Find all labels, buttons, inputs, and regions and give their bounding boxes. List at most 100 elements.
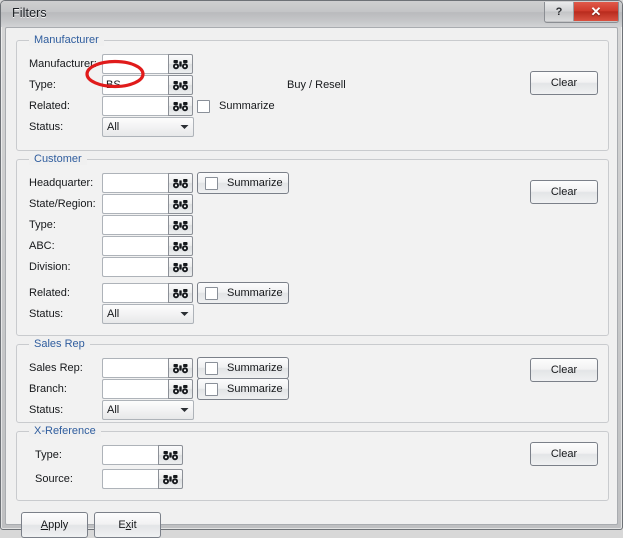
- lookup-manufacturer-type: [102, 75, 193, 95]
- title-bar: Filters ? ✕: [1, 1, 622, 27]
- chevron-down-icon: [175, 124, 193, 130]
- label-manufacturer: Manufacturer:: [29, 58, 97, 70]
- binoculars-icon[interactable]: [158, 445, 183, 465]
- lookup-manufacturer-related: [102, 96, 193, 116]
- group-customer: Customer Headquarter: Summarize State/Re…: [16, 153, 609, 336]
- manufacturer-status-value: All: [107, 121, 120, 133]
- xreference-source-input[interactable]: [102, 469, 158, 489]
- group-legend-xreference: X-Reference: [29, 425, 101, 437]
- lookup-manufacturer: [102, 54, 193, 74]
- label-customer-abc: ABC:: [29, 240, 55, 252]
- binoculars-icon[interactable]: [168, 54, 193, 74]
- exit-label-rest: it: [131, 519, 137, 531]
- checkbox-icon[interactable]: [205, 286, 218, 300]
- lookup-salesrep-branch: [102, 379, 193, 399]
- label-customer-state-region: State/Region:: [29, 198, 96, 210]
- binoculars-icon[interactable]: [168, 194, 193, 214]
- clear-customer-button[interactable]: Clear: [530, 180, 598, 204]
- binoculars-icon[interactable]: [168, 215, 193, 235]
- apply-label-rest: pply: [48, 519, 69, 531]
- label-customer-headquarter: Headquarter:: [29, 177, 94, 189]
- label-xreference-type: Type:: [35, 449, 62, 461]
- exit-button[interactable]: Exit: [94, 512, 161, 538]
- label-customer-type: Type:: [29, 219, 56, 231]
- label-salesrep-branch: Branch:: [29, 383, 67, 395]
- summarize-label: Summarize: [219, 100, 275, 112]
- lookup-customer-abc: [102, 236, 193, 256]
- salesrep-branch-input[interactable]: [102, 379, 168, 399]
- lookup-salesrep: [102, 358, 193, 378]
- checkbox-icon[interactable]: [205, 361, 218, 375]
- help-button[interactable]: ?: [545, 2, 574, 21]
- label-customer-status: Status:: [29, 308, 64, 320]
- customer-state-region-input[interactable]: [102, 194, 168, 214]
- binoculars-icon[interactable]: [168, 96, 193, 116]
- summarize-branch-button[interactable]: Summarize: [197, 378, 289, 400]
- manufacturer-status-dropdown[interactable]: All: [102, 117, 194, 137]
- checkbox-icon[interactable]: [197, 99, 210, 113]
- clear-manufacturer-button[interactable]: Clear: [530, 71, 598, 95]
- salesrep-status-value: All: [107, 404, 120, 416]
- summarize-label: Summarize: [227, 383, 283, 395]
- close-button[interactable]: ✕: [574, 2, 618, 21]
- checkbox-icon[interactable]: [205, 176, 218, 190]
- lookup-customer-type: [102, 215, 193, 235]
- binoculars-icon[interactable]: [168, 283, 193, 303]
- binoculars-icon[interactable]: [158, 469, 183, 489]
- summarize-label: Summarize: [227, 177, 283, 189]
- binoculars-icon[interactable]: [168, 358, 193, 378]
- clear-xreference-button[interactable]: Clear: [530, 442, 598, 466]
- summarize-label: Summarize: [227, 287, 283, 299]
- group-manufacturer: Manufacturer Manufacturer: Type: Buy / R…: [16, 34, 609, 151]
- summarize-salesrep-button[interactable]: Summarize: [197, 357, 289, 379]
- filters-window: Filters ? ✕ Manufacturer Manufacturer: T…: [0, 0, 623, 538]
- dialog-client-area: Manufacturer Manufacturer: Type: Buy / R…: [5, 27, 618, 538]
- buy-resell-note: Buy / Resell: [287, 79, 346, 91]
- customer-type-input[interactable]: [102, 215, 168, 235]
- clear-salesrep-button[interactable]: Clear: [530, 358, 598, 382]
- checkbox-icon[interactable]: [205, 382, 218, 396]
- salesrep-status-dropdown[interactable]: All: [102, 400, 194, 420]
- customer-status-value: All: [107, 308, 120, 320]
- lookup-xreference-source: [102, 469, 183, 489]
- chevron-down-icon: [175, 407, 193, 413]
- binoculars-icon[interactable]: [168, 75, 193, 95]
- binoculars-icon[interactable]: [168, 236, 193, 256]
- summarize-label: Summarize: [227, 362, 283, 374]
- salesrep-input[interactable]: [102, 358, 168, 378]
- lookup-customer-division: [102, 257, 193, 277]
- apply-accel: A: [40, 519, 49, 531]
- label-manufacturer-status: Status:: [29, 121, 64, 133]
- manufacturer-related-input[interactable]: [102, 96, 168, 116]
- group-legend-customer: Customer: [29, 153, 87, 165]
- exit-label-start: E: [118, 519, 126, 531]
- apply-button[interactable]: Apply: [21, 512, 88, 538]
- summarize-customer-related-button[interactable]: Summarize: [197, 282, 289, 304]
- manufacturer-type-input[interactable]: [102, 75, 168, 95]
- customer-status-dropdown[interactable]: All: [102, 304, 194, 324]
- lookup-customer-state-region: [102, 194, 193, 214]
- binoculars-icon[interactable]: [168, 257, 193, 277]
- lookup-customer-related: [102, 283, 193, 303]
- lookup-customer-headquarter: [102, 173, 193, 193]
- lookup-xreference-type: [102, 445, 183, 465]
- label-xreference-source: Source:: [35, 473, 73, 485]
- group-legend-manufacturer: Manufacturer: [29, 34, 104, 46]
- group-xreference: X-Reference Type: Source: Clear: [16, 425, 609, 501]
- customer-related-input[interactable]: [102, 283, 168, 303]
- summarize-manufacturer-related[interactable]: Summarize: [197, 96, 275, 116]
- binoculars-icon[interactable]: [168, 173, 193, 193]
- window-title: Filters: [12, 6, 47, 20]
- label-salesrep: Sales Rep:: [29, 362, 83, 374]
- summarize-customer-headquarter-button[interactable]: Summarize: [197, 172, 289, 194]
- customer-abc-input[interactable]: [102, 236, 168, 256]
- group-legend-salesrep: Sales Rep: [29, 338, 90, 350]
- customer-division-input[interactable]: [102, 257, 168, 277]
- customer-headquarter-input[interactable]: [102, 173, 168, 193]
- binoculars-icon[interactable]: [168, 379, 193, 399]
- manufacturer-input[interactable]: [102, 54, 168, 74]
- xreference-type-input[interactable]: [102, 445, 158, 465]
- group-salesrep: Sales Rep Sales Rep: Summarize Branch: S…: [16, 338, 609, 423]
- label-manufacturer-related: Related:: [29, 100, 70, 112]
- label-salesrep-status: Status:: [29, 404, 64, 416]
